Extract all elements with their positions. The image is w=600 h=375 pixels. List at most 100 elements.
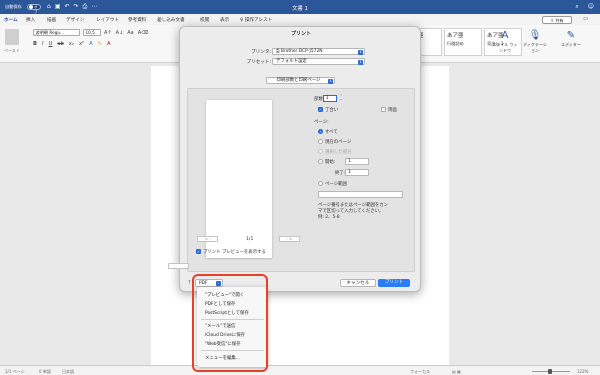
cancel-button[interactable]: キャンセル <box>340 279 376 287</box>
clear-format-icon[interactable]: A⌫ <box>138 30 149 36</box>
section-value: 印刷部数と印刷ページ <box>276 78 321 83</box>
styles-pane-button[interactable]: A スタイル ウィンドウ <box>492 30 518 54</box>
chevron-updown-icon: ⇕ <box>358 59 363 65</box>
preview-next-last-button[interactable]: › ≫ <box>279 236 300 242</box>
font-name-select[interactable]: 游明朝 Regu... <box>33 29 80 36</box>
status-bar: 1/1 ページ 0 単語 日本語 フォーカス ▤ ▦ 122% <box>0 365 600 375</box>
printer-label: プリンタ: <box>251 50 271 55</box>
tab-tell-me[interactable]: ♀ 操作アシスト <box>240 17 272 23</box>
underline-icon[interactable]: U <box>49 41 53 47</box>
grow-font-icon[interactable]: A↑ <box>104 30 112 36</box>
italic-icon[interactable]: I <box>42 41 44 47</box>
chevron-updown-icon: ⇕ <box>358 49 363 55</box>
font-size-tools: A↑ A↓ Aa A⌫ <box>104 30 148 36</box>
annotation-highlight-box <box>192 274 268 372</box>
show-preview-checkbox[interactable]: ✓ <box>196 249 201 254</box>
search-icon[interactable]: ⌕ <box>575 3 578 11</box>
to-label: 終了: <box>335 171 346 176</box>
dictation-button[interactable]: 🎙 ディクテーション <box>522 30 548 54</box>
help-button[interactable]: ? <box>188 280 191 286</box>
tab-mailings[interactable]: 差し込み文書 <box>157 17 185 23</box>
section-select[interactable]: 印刷部数と印刷ページ ⇕ <box>266 77 335 84</box>
bold-icon[interactable]: B <box>33 41 37 47</box>
pages-label: ページ: <box>314 120 329 125</box>
paste-icon[interactable] <box>5 29 19 45</box>
titlebar-right-icons: ⌕ ☺ <box>575 3 594 11</box>
spacer <box>168 263 189 269</box>
preset-value: デフォルト設定 <box>276 59 307 64</box>
print-preview <box>206 100 272 258</box>
view-mode-icon[interactable]: ▤ ▦ <box>452 369 461 374</box>
copies-stepper[interactable]: ⌃ ⌄ <box>339 94 343 102</box>
share-label: 共有 <box>555 17 564 23</box>
zoom-slider-thumb[interactable] <box>548 368 552 374</box>
printer-select[interactable]: ⎙ Brother DCP-J572N ⇕ <box>272 48 365 55</box>
status-zoom: 122% <box>577 368 589 374</box>
copies-input[interactable]: 1 <box>323 95 337 102</box>
preset-select[interactable]: デフォルト設定 ⇕ <box>272 58 365 65</box>
status-words[interactable]: 0 単語 <box>39 369 51 375</box>
format-tools: B I U ab x₂ x² A ✎ A <box>33 41 111 47</box>
document-title: 文書 1 <box>292 5 308 12</box>
text-effect-icon[interactable]: A <box>89 41 93 47</box>
dictation-label: ディクテーション <box>523 42 547 53</box>
font-color-icon[interactable]: A <box>107 41 111 47</box>
pages-current-label: 現在のページ <box>325 140 352 145</box>
subscript-icon[interactable]: x₂ <box>69 41 74 47</box>
paste-label: ペースト <box>4 48 20 53</box>
tab-layout[interactable]: レイアウト <box>96 17 119 23</box>
zoom-slider[interactable] <box>532 368 570 374</box>
collate-checkbox[interactable]: ✓ <box>318 107 323 112</box>
font-size-select[interactable]: 10.5 <box>83 29 101 36</box>
share-button[interactable]: ⇪ 共有 <box>542 15 572 24</box>
duplex-checkbox[interactable] <box>381 107 386 112</box>
style-preview: あア亜 <box>447 33 464 39</box>
tab-references[interactable]: 参考資料 <box>128 17 146 23</box>
show-preview-label: プリント プレビューを表示する <box>203 250 266 255</box>
status-focus[interactable]: フォーカス <box>410 369 430 375</box>
from-input[interactable]: 1 <box>345 158 369 165</box>
case-icon[interactable]: Aa <box>127 30 133 36</box>
page-range-label: ページ範囲 <box>325 182 347 187</box>
printer-value: Brother DCP-J572N <box>280 49 323 54</box>
editor-label: エディター <box>561 42 581 47</box>
dialog-title: プリント <box>290 31 311 37</box>
superscript-icon[interactable]: x² <box>79 41 84 47</box>
styles-pane-label: スタイル ウィンドウ <box>492 42 518 53</box>
collate-label: 丁合い <box>325 108 339 113</box>
style-no-spacing[interactable]: あア亜 行間詰め <box>444 28 482 56</box>
strikethrough-icon[interactable]: ab <box>57 41 63 47</box>
editor-button[interactable]: ✎ エディター <box>558 30 584 48</box>
style-label: 行間詰め <box>447 41 464 46</box>
range-help-line-3: 例: 2、5-8 <box>318 215 340 220</box>
page-range-radio[interactable] <box>318 181 323 186</box>
pages-from-radio[interactable] <box>318 159 323 164</box>
shrink-font-icon[interactable]: A↓ <box>116 30 124 36</box>
tab-home[interactable]: ホーム <box>4 17 18 26</box>
comment-icon[interactable]: ▭ <box>583 16 588 22</box>
ribbon-tabs: ホーム 挿入 描画 デザイン レイアウト 参考資料 差し込み文書 校閲 表示 ♀… <box>0 14 600 26</box>
editor-icon: ✎ <box>566 30 576 41</box>
pages-current-radio[interactable] <box>318 139 323 144</box>
tab-view[interactable]: 表示 <box>220 17 229 23</box>
page-range-input[interactable] <box>318 191 403 198</box>
title-bar: 自動保存 オフ ⌂ ▣ ↶ ↷ ⎙ ⋯ 文書 1 ⌕ ☺ <box>0 0 600 14</box>
to-input[interactable]: 1 <box>345 169 369 176</box>
preset-label: プリセット: <box>246 60 271 65</box>
account-icon[interactable]: ☺ <box>588 3 594 11</box>
microphone-icon: 🎙 <box>528 30 542 41</box>
pages-all-radio[interactable] <box>318 129 323 134</box>
preview-page-of: 1/1 <box>246 237 254 242</box>
print-button[interactable]: プリント <box>378 279 410 287</box>
chevron-updown-icon: ⇕ <box>328 78 333 84</box>
styles-pane-icon: A <box>501 30 509 41</box>
preview-first-prev-button[interactable]: ≪ ‹ <box>197 236 218 242</box>
tab-review[interactable]: 校閲 <box>200 17 209 23</box>
tab-design[interactable]: デザイン <box>66 17 84 23</box>
tab-draw[interactable]: 描画 <box>47 17 56 23</box>
tab-insert[interactable]: 挿入 <box>26 17 35 23</box>
highlight-icon[interactable]: ✎ <box>98 41 102 47</box>
status-page[interactable]: 1/1 ページ <box>5 369 25 375</box>
status-language[interactable]: 日本語 <box>62 369 74 375</box>
tab-tell-me-label: 操作アシスト <box>244 17 273 23</box>
